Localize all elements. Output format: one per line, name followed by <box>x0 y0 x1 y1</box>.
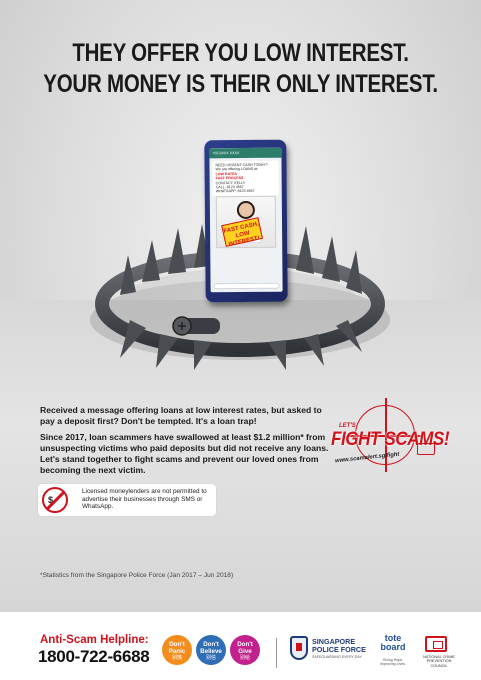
ncpc-small-logo-icon <box>417 443 435 455</box>
headline: THEY OFFER YOU LOW INTEREST. YOUR MONEY … <box>43 38 438 100</box>
footer-divider <box>276 638 277 668</box>
ncpc-logo-icon <box>425 636 447 652</box>
tote-line-2: board <box>380 642 406 652</box>
spf-logo-text: SINGAPORE POLICE FORCE <box>312 638 366 654</box>
ad-image: FAST CASH, LOW INTEREST! <box>215 195 277 249</box>
toteboard-tagline: Giving Hope. Improving Lives. <box>379 658 407 666</box>
phone-screen: +65 8XXX XXXX NEED URGENT CASH TODAY? We… <box>209 147 283 293</box>
body-paragraph-1: Received a message offering loans at low… <box>40 405 322 426</box>
statistics-footnote: *Statistics from the Singapore Police Fo… <box>40 572 234 579</box>
badge-1-zh: 别慌 <box>171 655 182 661</box>
ad-stamp: FAST CASH, LOW INTEREST! <box>221 217 264 248</box>
fight-scams-logo: LET'S FIGHT SCAMS! www.scamalert.sg/figh… <box>325 398 450 475</box>
poster-background: THEY OFFER YOU LOW INTEREST. YOUR MONEY … <box>0 0 481 612</box>
body-paragraph-2: Since 2017, loan scammers have swallowed… <box>40 432 329 475</box>
dont-give-badge: Don't Give 别给 <box>230 635 260 665</box>
no-loan-shark-icon: $ <box>42 487 68 513</box>
police-crest-icon <box>290 636 308 660</box>
toteboard-logo: tote board <box>378 634 408 652</box>
dollar-symbol: $ <box>48 495 54 505</box>
chat-input <box>213 282 280 290</box>
spf-tagline: SAFEGUARDING EVERY DAY <box>312 655 362 659</box>
msg-whatsapp: WHATSAPP: 8123 4567 <box>215 189 255 194</box>
body-copy: Received a message offering loans at low… <box>40 405 330 476</box>
dont-panic-badge: Don't Panic 别慌 <box>162 635 192 665</box>
smartphone: +65 8XXX XXXX NEED URGENT CASH TODAY? We… <box>204 139 288 303</box>
notice-text: Licensed moneylenders are not permitted … <box>82 488 207 511</box>
headline-line-1: THEY OFFER YOU LOW INTEREST. <box>72 39 409 67</box>
dont-believe-badge: Don't Believe 别信 <box>196 635 226 665</box>
badge-3-zh: 别给 <box>239 655 250 661</box>
chat-header: +65 8XXX XXXX <box>209 147 282 159</box>
spf-name-line-2: POLICE FORCE <box>312 645 366 654</box>
badge-1-label: Don't Panic <box>168 641 186 655</box>
moneylender-notice: $ Licensed moneylenders are not permitte… <box>38 484 216 516</box>
badge-2-label: Don't Believe <box>200 641 222 655</box>
badge-2-zh: 别信 <box>205 655 216 661</box>
helpline-label: Anti-Scam Helpline: <box>40 634 149 646</box>
ncpc-name: NATIONAL CRIME PREVENTION COUNCIL <box>423 655 455 668</box>
badge-3-label: Don't Give <box>237 641 253 655</box>
helpline-number[interactable]: 1800-722-6688 <box>38 647 150 667</box>
woman-face-icon <box>236 200 255 220</box>
footer-bar: Anti-Scam Helpline: 1800-722-6688 Don't … <box>0 612 481 680</box>
scam-message-bubble: NEED URGENT CASH TODAY? We are offering … <box>212 160 279 197</box>
headline-line-2: YOUR MONEY IS THEIR ONLY INTEREST. <box>43 70 438 98</box>
